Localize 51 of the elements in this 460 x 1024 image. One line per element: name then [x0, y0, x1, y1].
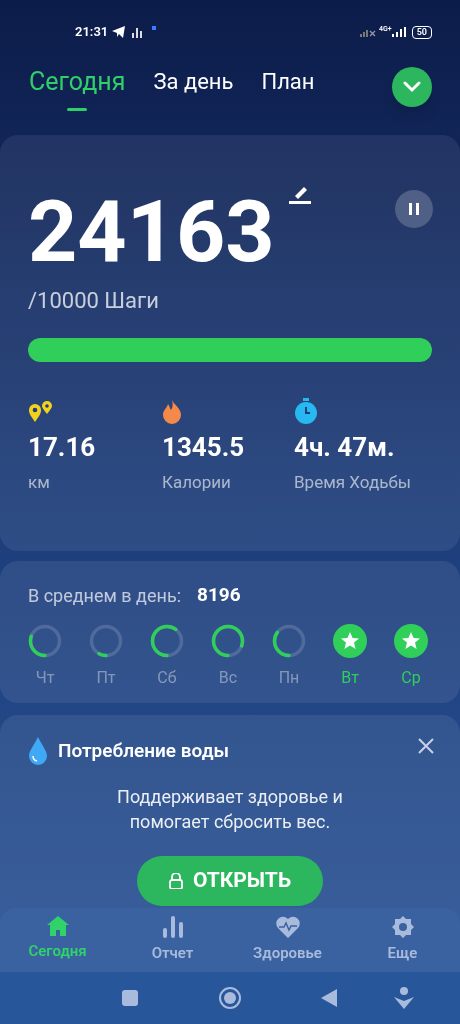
- clock-time: 21:31: [75, 23, 109, 42]
- day-label: Вс: [218, 666, 238, 689]
- signal-bars-icon: [132, 26, 143, 38]
- edit-icon: [288, 184, 311, 204]
- day-label: Вт: [341, 666, 359, 689]
- stopwatch-icon: [294, 398, 318, 424]
- nav-tab[interactable]: Отчет: [115, 916, 230, 972]
- step-count: 24163: [28, 182, 275, 282]
- stat-label: Время Ходьбы: [294, 471, 411, 494]
- pause-icon: [409, 203, 419, 215]
- bar-chart-icon: [161, 916, 184, 938]
- back-icon[interactable]: [321, 989, 337, 1007]
- flame-icon: [162, 400, 182, 424]
- nav-tab[interactable]: Сегодня: [0, 916, 115, 972]
- settings-icon: [391, 916, 414, 938]
- water-drop-icon: [28, 737, 48, 766]
- day-label: Сб: [157, 666, 177, 689]
- stat-value: 4ч. 47м.: [294, 431, 395, 464]
- step-goal: /10000 Шаги: [28, 287, 160, 315]
- open-button[interactable]: ОТКРЫТЬ: [137, 855, 323, 906]
- accessibility-icon[interactable]: [394, 987, 414, 1009]
- lock-icon: [168, 872, 183, 889]
- average-value: 8196: [197, 582, 241, 608]
- tab[interactable]: За день: [153, 55, 234, 111]
- home-button[interactable]: [219, 987, 241, 1009]
- map-pins-icon: [28, 400, 54, 424]
- nav-tab[interactable]: Еще: [345, 916, 460, 972]
- water-description: Поддерживает здоровье и помогает сбросить вес.: [116, 784, 344, 834]
- stat-value: 17.16: [28, 431, 96, 464]
- stat-label: Калории: [162, 471, 231, 494]
- close-icon: [418, 738, 434, 755]
- expand-button[interactable]: [392, 67, 432, 107]
- heart-pulse-icon: [275, 916, 300, 938]
- pause-button[interactable]: [395, 190, 433, 228]
- day-label: Пт: [96, 666, 116, 689]
- chevron-down-icon: [403, 81, 421, 93]
- day-label: Пн: [278, 666, 300, 689]
- day-label: Чт: [35, 666, 55, 689]
- no-signal-icon: [360, 27, 377, 37]
- telegram-icon: [112, 26, 127, 38]
- tab[interactable]: План: [261, 55, 315, 111]
- stat-value: 1345.5: [162, 431, 245, 464]
- battery-indicator: 50: [411, 25, 432, 39]
- stat-label: км: [28, 471, 50, 494]
- tab[interactable]: Сегодня: [29, 55, 126, 111]
- day-label: Ср: [401, 666, 421, 689]
- signal-icon: [391, 27, 406, 37]
- average-label: В среднем в день:: [28, 583, 182, 608]
- nav-tab[interactable]: Здоровье: [230, 916, 345, 972]
- home-icon: [46, 916, 69, 936]
- water-title: Потребление воды: [58, 738, 230, 764]
